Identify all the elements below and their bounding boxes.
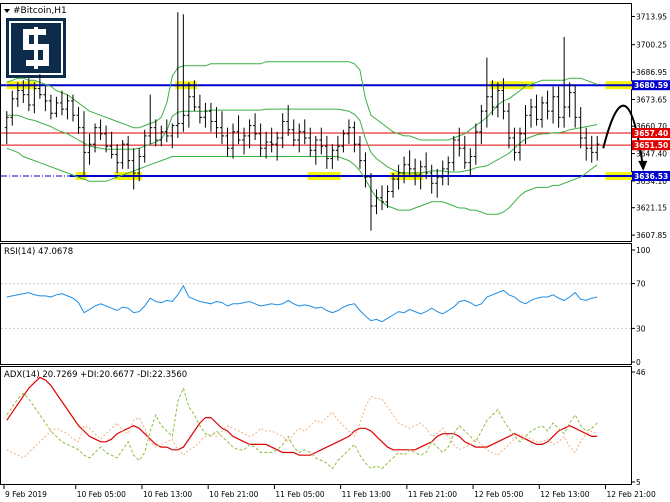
- price-tick-label: 3673.65: [636, 96, 667, 105]
- rsi-tick-label: 100: [636, 246, 651, 255]
- time-tick-label: 11 Feb 05:00: [275, 490, 324, 499]
- price-tick-label: 3700.25: [636, 41, 667, 50]
- chart-title: #Bitcoin,H1: [13, 6, 67, 16]
- time-tick-label: 9 Feb 2019: [5, 490, 47, 499]
- time-tick-label: 12 Feb 21:00: [607, 490, 656, 499]
- rsi-tick-label: 0: [636, 358, 641, 367]
- time-tick-label: 11 Feb 13:00: [342, 490, 391, 499]
- time-tick-label: 10 Feb 21:00: [209, 490, 258, 499]
- chart-window: #Bitcoin,H1 3713.95 3700.25 3686.95 3673.65…: [0, 3, 670, 499]
- adx-panel-frame: [0, 366, 632, 485]
- resistance-price-tag-label: 3680.59: [634, 81, 668, 90]
- adx-tick-label: 46: [636, 368, 646, 377]
- rsi-tick-label: 30: [636, 324, 646, 333]
- price-tick-label: 3647.40: [636, 150, 667, 159]
- price-tick-label: 3686.95: [636, 68, 667, 77]
- forecast-arrow-head: [638, 160, 648, 171]
- dollar-s-logo-icon: [6, 18, 66, 78]
- support-price-tag-label: 3636.53: [634, 172, 668, 181]
- rsi-panel-frame: [0, 243, 632, 365]
- time-tick-label: 11 Feb 21:00: [408, 490, 457, 499]
- time-tick-label: 10 Feb 13:00: [143, 490, 192, 499]
- adx-title: ADX(14) 20.7269 +DI:20.6677 -DI:22.3560: [4, 370, 187, 380]
- time-tick-label: 10 Feb 05:00: [77, 490, 126, 499]
- lower-red-price-tag-label: 3651.50: [634, 141, 668, 150]
- adx-tick-label: 5: [636, 478, 641, 487]
- time-tick-label: 12 Feb 05:00: [474, 490, 523, 499]
- rsi-title: RSI(14) 47.0678: [4, 247, 73, 257]
- rsi-tick-label: 70: [636, 280, 646, 289]
- time-tick-label: 12 Feb 13:00: [540, 490, 589, 499]
- price-tick-label: 3607.85: [636, 231, 667, 240]
- upper-red-price-tag-label: 3657.40: [634, 129, 668, 138]
- price-tick-label: 3621.15: [636, 204, 667, 213]
- time-axis: 9 Feb 2019 10 Feb 05:00 10 Feb 13:00 10 Feb…: [3, 485, 656, 499]
- price-tick-label: 3713.95: [636, 12, 667, 21]
- price-axis: 3713.953700.253686.953673.653660.703647.…: [631, 12, 670, 240]
